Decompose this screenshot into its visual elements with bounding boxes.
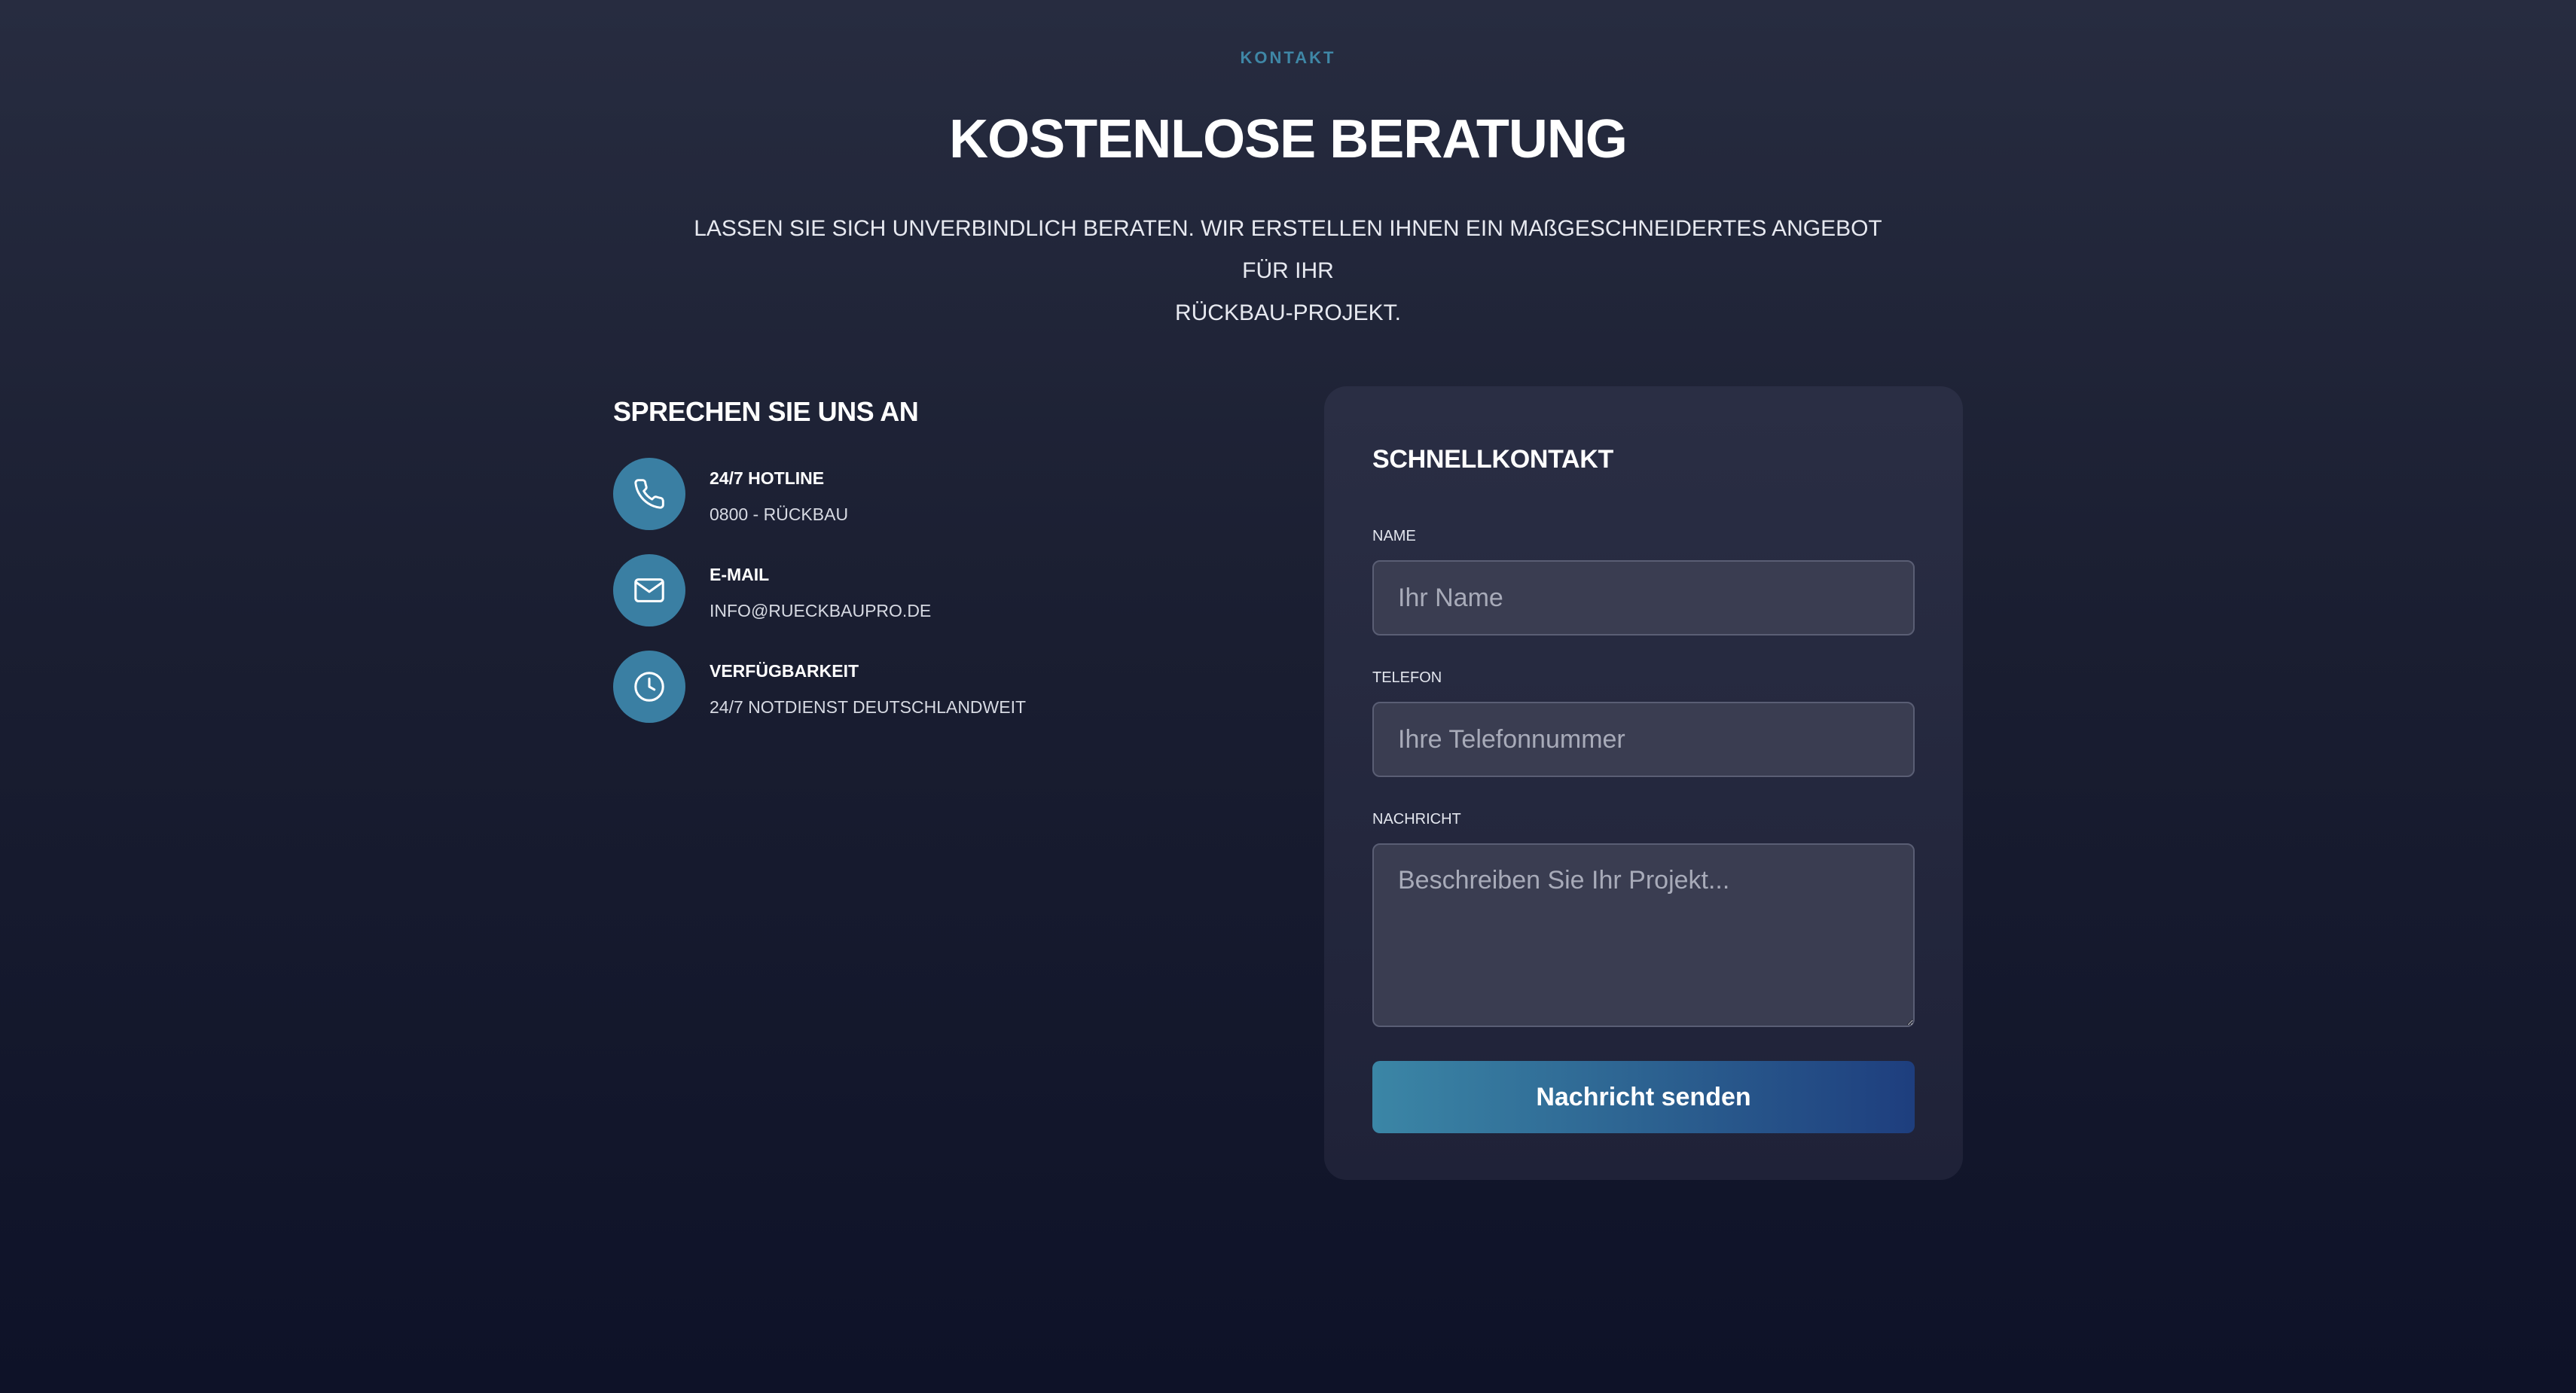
mail-icon xyxy=(613,554,685,626)
contact-item-hotline: 24/7 HOTLINE 0800 - RÜCKBAU xyxy=(613,458,1291,533)
page-subtitle: LASSEN SIE SICH UNVERBINDLICH BERATEN. W… xyxy=(678,208,1898,334)
page-title: KOSTENLOSE BERATUNG xyxy=(949,109,1628,169)
message-label: NACHRICHT xyxy=(1372,811,1461,828)
email-value[interactable]: INFO@RUECKBAUPRO.DE xyxy=(710,601,931,621)
contact-item-availability: VERFÜGBARKEIT 24/7 NOTDIENST DEUTSCHLAND… xyxy=(613,651,1291,726)
name-label: NAME xyxy=(1372,528,1416,544)
availability-value: 24/7 NOTDIENST DEUTSCHLANDWEIT xyxy=(710,697,1027,717)
clock-icon xyxy=(613,651,685,723)
message-textarea[interactable] xyxy=(1372,843,1915,1027)
subtitle-line-2: RÜCKBAU-PROJEKT. xyxy=(1174,300,1402,325)
name-input[interactable] xyxy=(1372,560,1915,636)
contact-heading: SPRECHEN SIE UNS AN xyxy=(613,396,919,427)
phone-icon xyxy=(613,458,685,530)
availability-label: VERFÜGBARKEIT xyxy=(710,661,859,681)
subtitle-line-1: LASSEN SIE SICH UNVERBINDLICH BERATEN. W… xyxy=(694,216,1882,283)
section-eyebrow: KONTAKT xyxy=(1240,48,1336,67)
form-title: SCHNELLKONTAKT xyxy=(1372,445,1614,474)
hotline-label: 24/7 HOTLINE xyxy=(710,468,825,488)
contact-item-email: E-MAIL INFO@RUECKBAUPRO.DE xyxy=(613,554,1291,629)
quick-contact-form: SCHNELLKONTAKT NAME TELEFON NACHRICHT Na… xyxy=(1324,386,1963,1180)
email-label: E-MAIL xyxy=(710,565,770,584)
send-message-button[interactable]: Nachricht senden xyxy=(1372,1061,1915,1133)
phone-input[interactable] xyxy=(1372,702,1915,777)
phone-label: TELEFON xyxy=(1372,669,1442,686)
hotline-value[interactable]: 0800 - RÜCKBAU xyxy=(710,504,848,525)
